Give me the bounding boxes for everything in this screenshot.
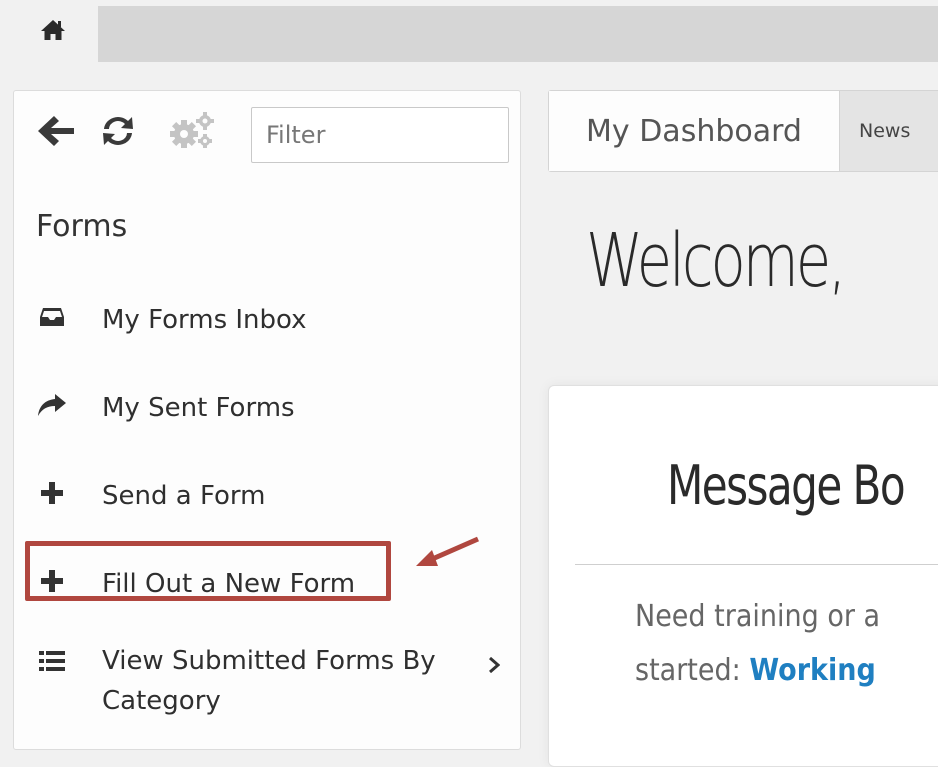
working-link[interactable]: Working [749,653,875,688]
annotation-arrow-icon [416,536,480,566]
gears-icon[interactable] [168,109,218,158]
top-bar [8,6,938,62]
divider [575,564,938,565]
highlight-box [25,541,391,601]
sidebar-item-label-line1: View Submitted Forms By [102,646,436,676]
list-icon [34,645,70,677]
message-line1: Need training or a [635,599,881,634]
home-tab[interactable] [8,0,98,62]
message-board-card: Message Bo Need training or a started: W… [548,385,938,767]
sidebar-toolbar [14,91,520,171]
sidebar-item-send-a-form[interactable]: Send a Form [14,463,522,523]
sidebar-item-label: View Submitted Forms By Category [102,641,436,721]
sidebar-item-label-line2: Category [102,686,221,716]
forms-section-title: Forms [36,209,128,244]
filter-input[interactable] [251,107,509,163]
message-board-title: Message Bo [667,454,906,517]
inbox-icon [34,301,70,333]
plus-icon [34,477,70,509]
welcome-heading: Welcome, [586,218,847,304]
sidebar-item-label: My Forms Inbox [102,305,307,335]
sidebar-item-label: My Sent Forms [102,393,295,423]
dashboard-tabs: My Dashboard News [548,90,938,172]
sidebar-item-label: Send a Form [102,481,266,511]
sidebar-item-my-sent-forms[interactable]: My Sent Forms [14,375,522,435]
forms-sidebar: Forms My Forms Inbox My Sent Forms Send … [13,90,521,750]
chevron-right-icon [488,656,501,678]
tab-my-dashboard[interactable]: My Dashboard [549,91,840,171]
message-line2-prefix: started: [635,653,750,688]
sidebar-item-view-submitted-forms-by-category[interactable]: View Submitted Forms By Category [14,639,522,729]
share-arrow-icon [34,389,70,421]
refresh-icon[interactable] [98,113,138,154]
message-board-text: Need training or a started: Working [635,590,880,698]
arrow-left-icon[interactable] [36,113,76,154]
tab-news[interactable]: News [859,91,910,171]
sidebar-item-my-forms-inbox[interactable]: My Forms Inbox [14,287,522,347]
home-icon [41,20,65,40]
